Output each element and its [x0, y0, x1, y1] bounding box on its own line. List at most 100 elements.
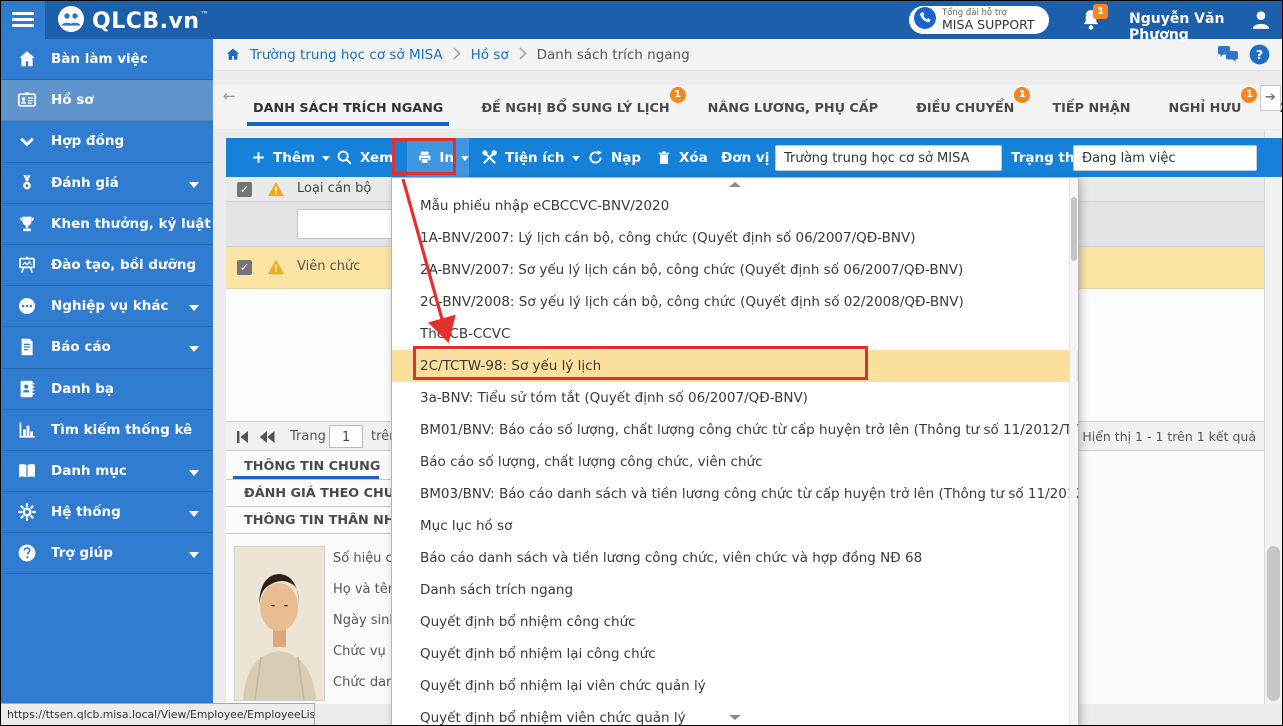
refresh-icon — [587, 149, 604, 166]
add-button[interactable]: Thêm — [251, 138, 330, 177]
sidebar: Bàn làm việc Hồ sơ Hợp đồng Đánh giá Khe… — [1, 39, 213, 726]
app-logo: QLCB.vn ™ — [57, 5, 209, 37]
tab[interactable]: ĐIỀU CHUYỂN 1 — [914, 89, 1016, 126]
tab[interactable]: NÂNG LƯƠNG, PHỤ CẤP — [706, 89, 880, 126]
print-menu-item[interactable]: BM01/BNV: Báo cáo số lượng, chất lượng c… — [392, 414, 1078, 446]
sidebar-item-bàn-làm-việc[interactable]: Bàn làm việc — [1, 39, 213, 80]
sidebar-item-tìm-kiếm-thống-kê[interactable]: Tìm kiếm thống kê — [1, 410, 213, 451]
delete-button[interactable]: Xóa — [656, 138, 708, 177]
avatar[interactable] — [1249, 8, 1273, 32]
app-window: QLCB.vn ™ Tổng đài hỗ trợ MISA SUPPORT 1… — [0, 0, 1283, 726]
sidebar-item-báo-cáo[interactable]: Báo cáo — [1, 327, 213, 368]
trash-icon — [656, 150, 672, 166]
sidebar-item-danh-mục[interactable]: Danh mục — [1, 451, 213, 492]
print-menu-item[interactable]: Báo cáo số lượng, chất lượng công chức, … — [392, 446, 1078, 478]
print-menu-item[interactable]: BM03/BNV: Báo cáo danh sách và tiền lươn… — [392, 478, 1078, 510]
tab[interactable]: TIẾP NHẬN — [1050, 89, 1132, 126]
menu-scroll-up-icon[interactable] — [702, 179, 768, 190]
breadcrumb-link[interactable]: Trường trung học cơ sở MISA — [250, 47, 443, 63]
print-menu-item[interactable]: Quyết định bổ nhiệm lại công chức — [392, 638, 1078, 670]
vertical-scrollbar[interactable] — [1264, 131, 1282, 704]
breadcrumb-link[interactable]: Danh sách trích ngang — [537, 47, 690, 63]
phone-icon — [914, 7, 936, 33]
print-menu-item[interactable]: Báo cáo danh sách và tiền lương công chứ… — [392, 542, 1078, 574]
status-url: https://ttsen.qlcb.misa.local/View/Emplo… — [1, 703, 315, 726]
page-number-input[interactable]: 1 — [329, 425, 363, 448]
help-icon[interactable]: ? — [1249, 44, 1270, 69]
status-select[interactable]: Đang làm việc — [1073, 145, 1257, 171]
report-icon — [17, 337, 37, 357]
addressbook-icon — [17, 379, 37, 399]
warning-icon — [267, 259, 285, 279]
print-menu-item[interactable]: Mẫu phiếu nhập eCBCCVC-BNV/2020 — [392, 190, 1078, 222]
first-page-icon[interactable] — [236, 429, 249, 448]
gear-icon — [17, 502, 37, 522]
print-button[interactable]: In — [407, 138, 469, 177]
column-header-type[interactable]: Loại cán bộ — [297, 181, 371, 196]
scrollbar-thumb[interactable] — [1267, 546, 1280, 701]
sidebar-item-hệ-thống[interactable]: Hệ thống — [1, 492, 213, 533]
home-icon[interactable] — [225, 47, 241, 66]
print-menu-item[interactable]: Quyết định bổ nhiệm lại viên chức quản l… — [392, 670, 1078, 702]
logo-trademark: ™ — [201, 10, 209, 19]
breadcrumb: Trường trung học cơ sở MISA Hồ sơ Danh s… — [225, 39, 690, 71]
chevron-down-icon — [189, 305, 199, 311]
notifications-button[interactable]: 1 — [1079, 8, 1105, 34]
page-label: Trang — [290, 429, 326, 444]
sidebar-item-label: Báo cáo — [51, 339, 111, 355]
sidebar-item-trợ-giúp[interactable]: Trợ giúp — [1, 533, 213, 574]
select-all-checkbox[interactable]: ✓ — [237, 182, 252, 197]
print-menu-item[interactable]: 2C/TCTW-98: Sơ yếu lý lịch — [392, 350, 1078, 382]
tab-badge: 1 — [1241, 87, 1257, 103]
idcard-icon — [17, 90, 37, 110]
sidebar-item-label: Khen thưởng, kỷ luật — [51, 216, 211, 232]
feedback-icon[interactable] — [1217, 44, 1239, 69]
book-icon — [17, 461, 37, 481]
sidebar-item-đánh-giá[interactable]: Đánh giá — [1, 163, 213, 204]
tab[interactable]: DANH SÁCH TRÍCH NGANG — [251, 89, 445, 126]
print-menu-item[interactable]: 2A-BNV/2007: Sơ yếu lý lịch cán bộ, công… — [392, 254, 1078, 286]
sidebar-item-đào-tạo,-bồi-dưỡng[interactable]: Đào tạo, bồi dưỡng — [1, 245, 213, 286]
tab-scroll-right-icon[interactable]: ➔ — [1260, 85, 1281, 111]
print-menu-item[interactable]: 1A-BNV/2007: Lý lịch cán bộ, công chức (… — [392, 222, 1078, 254]
menu-scroll-down-icon[interactable] — [702, 712, 768, 723]
menu-toggle-button[interactable] — [1, 1, 45, 39]
row-checkbox[interactable]: ✓ — [237, 260, 252, 275]
sidebar-item-label: Tìm kiếm thống kê — [51, 422, 192, 438]
support-button[interactable]: Tổng đài hỗ trợ MISA SUPPORT — [909, 6, 1049, 34]
tab[interactable]: NGHỈ HƯU 1 — [1167, 89, 1244, 126]
handshake-icon — [17, 131, 37, 151]
sidebar-item-hợp-đồng[interactable]: Hợp đồng — [1, 121, 213, 162]
sidebar-item-label: Nghiệp vụ khác — [51, 298, 169, 314]
sidebar-item-hồ-sơ[interactable]: Hồ sơ — [1, 80, 213, 121]
tab[interactable]: ĐỀ NGHỊ BỔ SUNG LÝ LỊCH 1 — [479, 89, 671, 126]
tab-scroll-left-icon[interactable]: ← — [223, 87, 236, 105]
print-menu-item[interactable]: 3a-BNV: Tiểu sử tóm tắt (Quyết định số 0… — [392, 382, 1078, 414]
menu-scrollbar[interactable] — [1069, 179, 1077, 726]
topbar: QLCB.vn ™ Tổng đài hỗ trợ MISA SUPPORT 1… — [1, 1, 1283, 39]
logo-people-icon — [57, 5, 85, 37]
print-menu-item[interactable]: Danh sách trích ngang — [392, 574, 1078, 606]
unit-select[interactable]: Trường trung học cơ sở MISA — [775, 145, 1002, 171]
utilities-button[interactable]: Tiện ích — [481, 138, 580, 177]
sidebar-item-label: Bàn làm việc — [51, 51, 148, 67]
tab-badge: 1 — [1014, 87, 1030, 103]
print-menu-item[interactable]: 2C-BNV/2008: Sơ yếu lý lịch cán bộ, công… — [392, 286, 1078, 318]
sidebar-item-label: Đào tạo, bồi dưỡng — [51, 257, 196, 273]
sidebar-item-danh-bạ[interactable]: Danh bạ — [1, 369, 213, 410]
breadcrumb-item: Hồ sơ — [443, 47, 509, 64]
logo-text: QLCB.vn — [92, 9, 200, 34]
sidebar-item-nghiệp-vụ-khác[interactable]: Nghiệp vụ khác — [1, 286, 213, 327]
reload-button[interactable]: Nạp — [587, 138, 641, 177]
print-menu-item[interactable]: Thẻ CB-CCVC — [392, 318, 1078, 350]
print-menu-item[interactable]: Quyết định bổ nhiệm công chức — [392, 606, 1078, 638]
prev-page-icon[interactable] — [259, 429, 275, 448]
breadcrumb-item: Danh sách trích ngang — [509, 47, 690, 64]
breadcrumb-link[interactable]: Hồ sơ — [471, 47, 509, 63]
print-menu-item[interactable]: Mục lục hồ sơ — [392, 510, 1078, 542]
employee-photo — [234, 546, 325, 701]
sidebar-item-label: Danh mục — [51, 463, 127, 479]
sidebar-item-khen-thưởng,-kỷ-luật[interactable]: Khen thưởng, kỷ luật — [1, 204, 213, 245]
view-button[interactable]: Xem — [336, 138, 393, 177]
barchart-icon — [17, 420, 37, 440]
